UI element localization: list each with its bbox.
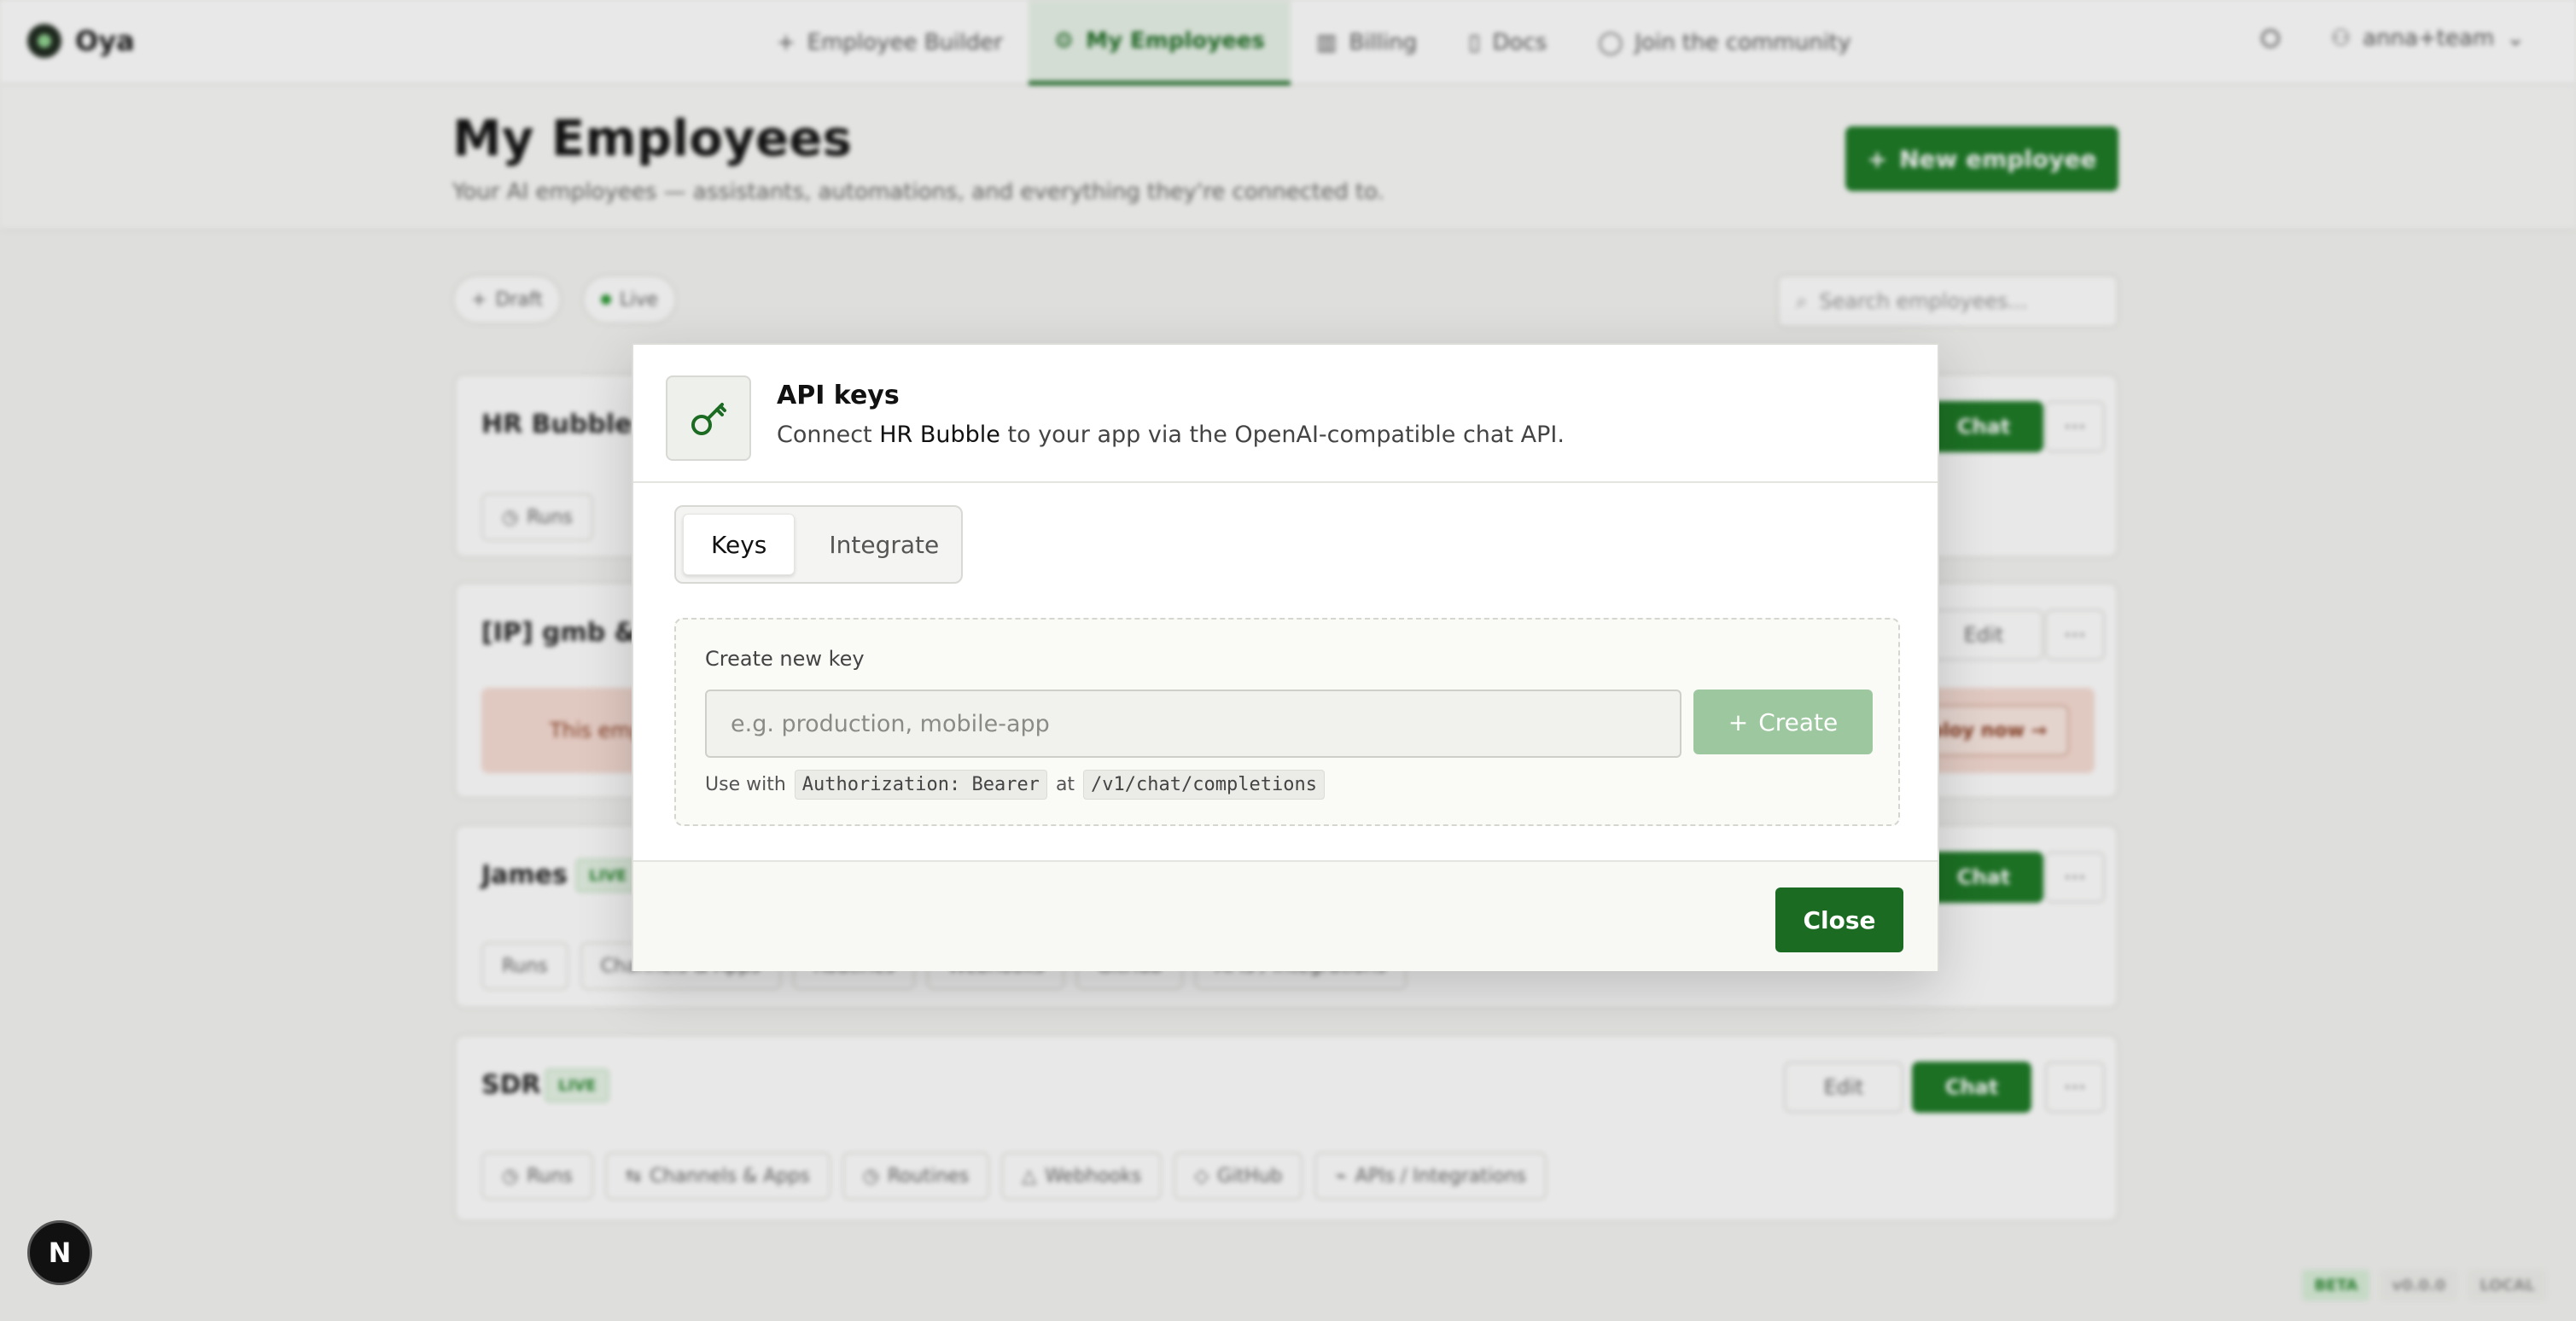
usage-prefix: Use with	[705, 774, 786, 795]
desc-suffix: to your app via the OpenAI-compatible ch…	[1007, 422, 1565, 448]
dialog-title: API keys	[777, 381, 900, 410]
tab-keys[interactable]: Keys	[683, 514, 796, 575]
employee-name: HR Bubble	[879, 422, 1000, 448]
key-icon	[666, 375, 751, 461]
dialog-description: Connect HR Bubble to your app via the Op…	[777, 422, 1565, 448]
plus-icon: +	[1728, 707, 1749, 736]
create-label: Create	[1758, 707, 1839, 736]
dialog-footer: Close	[633, 860, 1938, 971]
api-keys-dialog: API keys Connect HR Bubble to your app v…	[632, 343, 1939, 971]
dialog-tabs: Keys Integrate	[674, 505, 963, 584]
desc-prefix: Connect	[777, 422, 872, 448]
nextjs-dev-button[interactable]: N	[27, 1220, 92, 1285]
create-key-button[interactable]: + Create	[1693, 690, 1873, 754]
usage-hint: Use with Authorization: Bearer at /v1/ch…	[705, 770, 1325, 800]
create-key-label: Create new key	[705, 647, 865, 671]
tab-integrate[interactable]: Integrate	[801, 514, 966, 575]
endpoint-path-code: /v1/chat/completions	[1083, 770, 1325, 800]
usage-at: at	[1055, 774, 1075, 795]
auth-header-code: Authorization: Bearer	[794, 770, 1047, 800]
create-key-panel: Create new key + Create Use with Authori…	[674, 618, 1900, 826]
dialog-header: API keys Connect HR Bubble to your app v…	[633, 345, 1938, 483]
close-button[interactable]: Close	[1775, 887, 1903, 952]
key-name-input[interactable]	[705, 690, 1681, 758]
